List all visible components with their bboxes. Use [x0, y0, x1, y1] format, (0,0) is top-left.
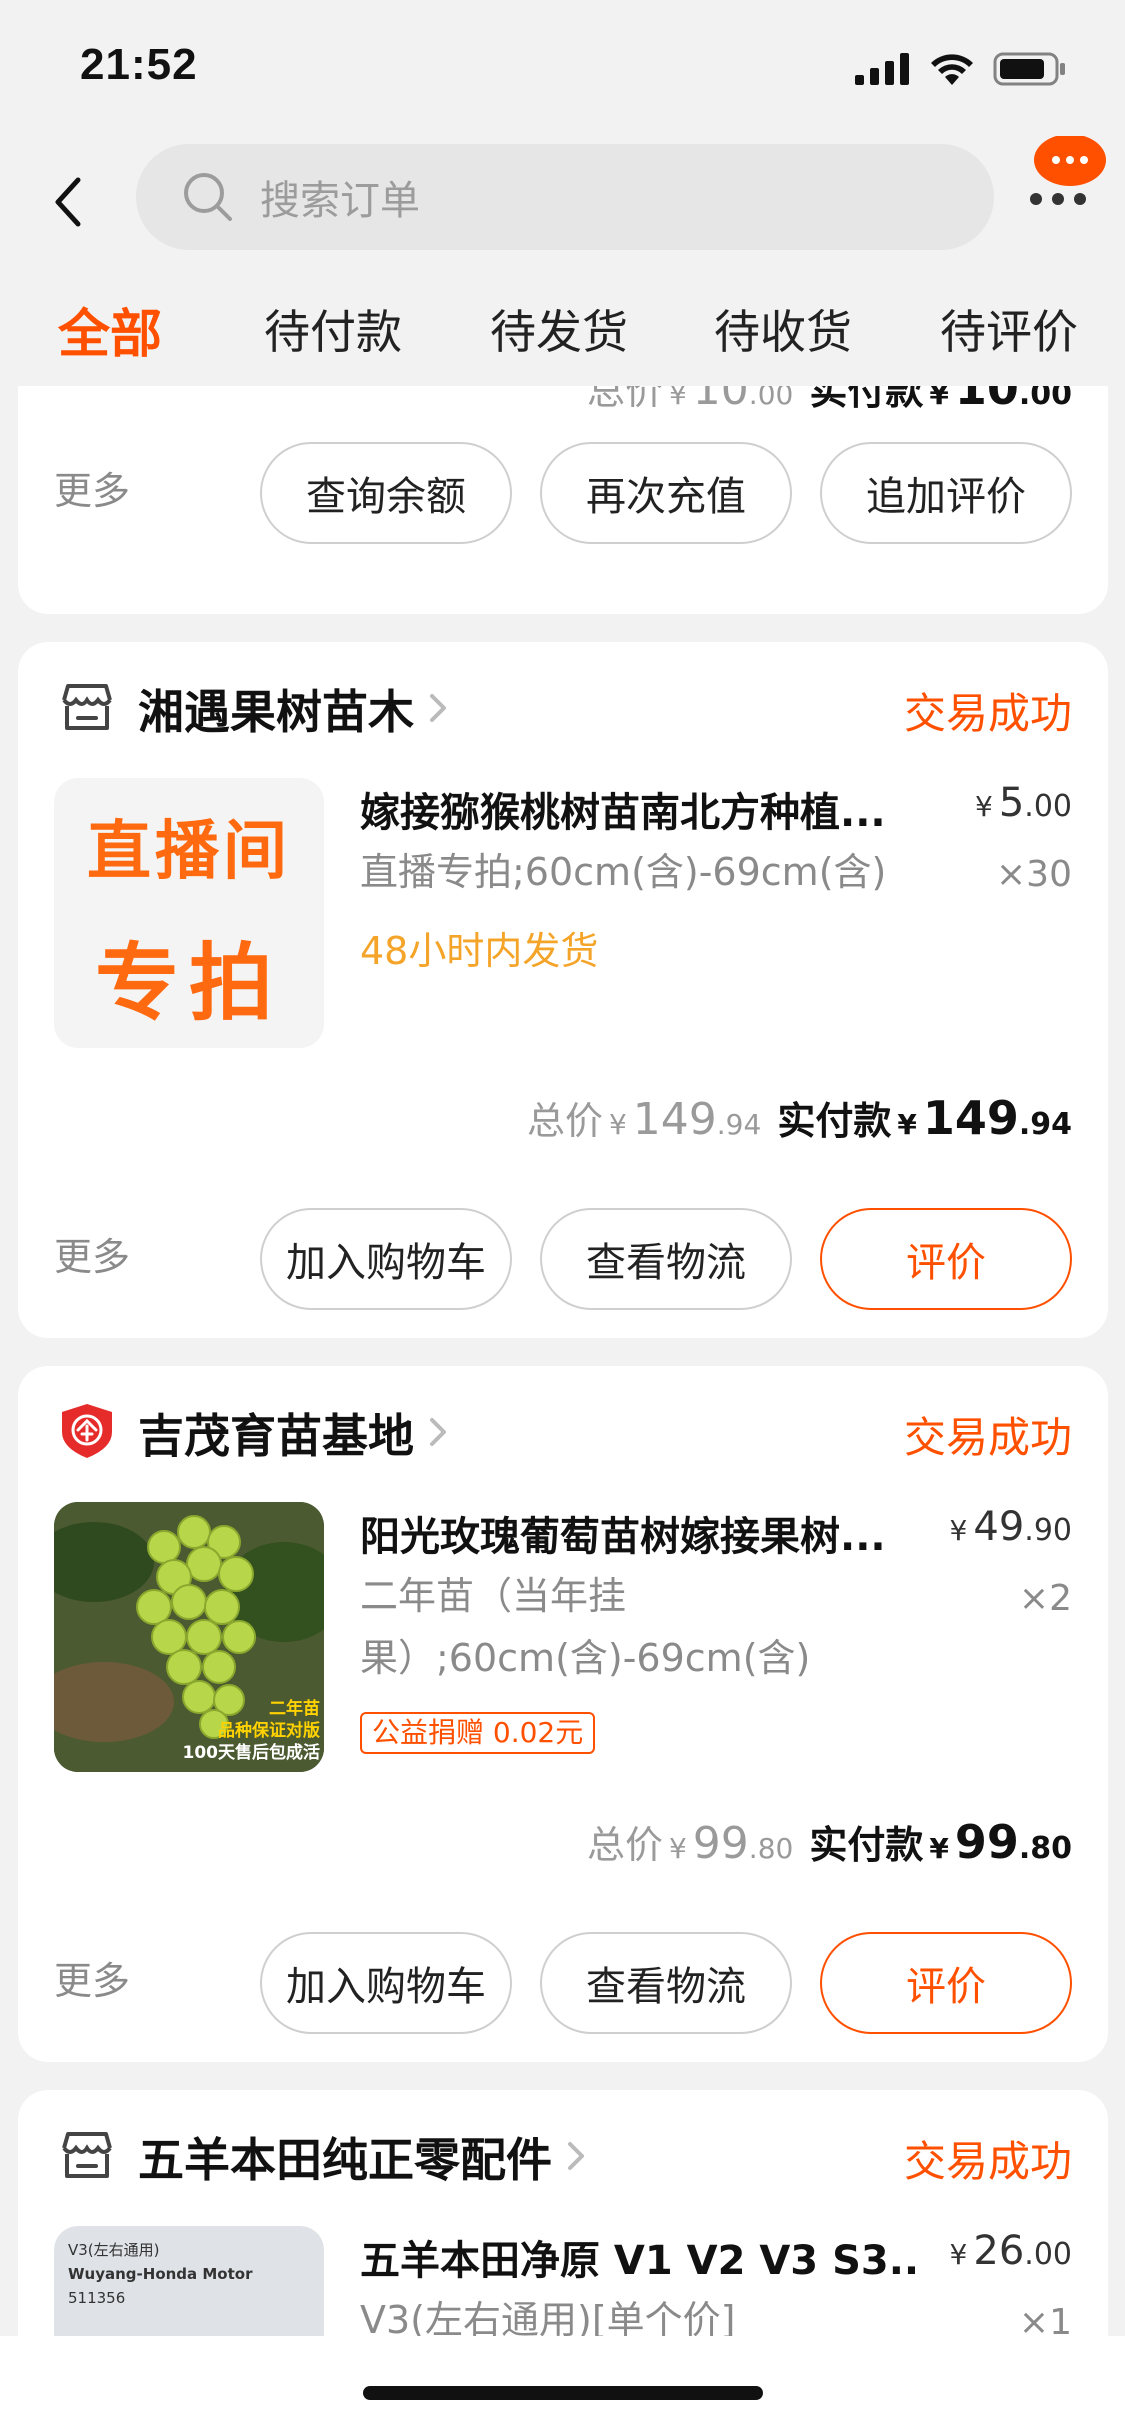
signal-icon — [855, 53, 909, 85]
product-title[interactable]: 五羊本田净原 V1 V2 V3 S3... — [360, 2228, 920, 2286]
wifi-icon — [931, 54, 973, 85]
order-status: 交易成功 — [903, 689, 1072, 738]
more-menu-button[interactable] — [1026, 134, 1110, 220]
unit-price: ¥49.90 — [949, 1504, 1072, 1550]
order-tabs: 全部 待付款 待发货 待收货 待评价 — [0, 266, 1125, 386]
thumbnail-text: 直播间 — [87, 815, 291, 889]
order-card: 总价 ¥ 10 .00 实付款 ¥ 10 .00 更多 查询余额 再次充值 追加… — [18, 386, 1108, 614]
tab-pending-shipment[interactable]: 待发货 — [490, 296, 628, 362]
shop-name[interactable]: 五羊本田纯正零配件 — [138, 2124, 552, 2190]
search-placeholder: 搜索订单 — [260, 178, 420, 224]
order-totals: 总价 ¥ 99 .80 实付款 ¥ 99 .80 — [586, 1815, 1072, 1869]
product-thumbnail[interactable]: 二年苗 品种保证对版 100天售后包成活 — [54, 1502, 324, 1772]
unit-price: ¥5.00 — [975, 780, 1072, 826]
order-card: 吉茂育苗基地 交易成功 二年苗 品种保证对版 100天售后包成活 阳光玫瑰葡萄苗… — [18, 1366, 1108, 2062]
chevron-right-icon — [568, 2142, 584, 2170]
recharge-again-button[interactable]: 再次充值 — [540, 442, 792, 544]
view-logistics-button[interactable]: 查看物流 — [540, 1208, 792, 1310]
shop-name[interactable]: 湘遇果树苗木 — [138, 676, 414, 742]
tab-pending-receipt[interactable]: 待收货 — [714, 296, 852, 362]
top-bar: 搜索订单 — [0, 134, 1125, 266]
chevron-right-icon — [430, 694, 446, 722]
battery-icon — [993, 52, 1065, 86]
status-time: 21:52 — [80, 40, 198, 89]
enterprise-badge-icon — [62, 1404, 112, 1458]
product-spec: 二年苗（当年挂 — [360, 1574, 627, 1618]
product-thumbnail[interactable]: 直播间 专拍 — [54, 778, 324, 1048]
back-arrow-icon — [55, 177, 81, 227]
back-button[interactable] — [50, 176, 100, 236]
search-input[interactable]: 搜索订单 — [136, 144, 994, 250]
add-to-cart-button[interactable]: 加入购物车 — [260, 1932, 512, 2034]
quantity: ×30 — [996, 854, 1072, 895]
status-bar: 21:52 — [0, 0, 1125, 136]
product-thumbnail[interactable]: V3(左右通用) Wuyang-Honda Motor 511356 — [54, 2226, 324, 2336]
add-review-button[interactable]: 追加评价 — [820, 442, 1072, 544]
thumbnail-caption: V3(左右通用) Wuyang-Honda Motor 511356 — [68, 2241, 253, 2307]
home-bar — [0, 2336, 1125, 2436]
order-list[interactable]: 总价 ¥ 10 .00 实付款 ¥ 10 .00 更多 查询余额 再次充值 追加… — [0, 386, 1125, 2336]
order-card: 五羊本田纯正零配件 交易成功 V3(左右通用) Wuyang-Honda Mot… — [18, 2090, 1108, 2336]
product-spec: 直播专拍;60cm(含)-69cm(含) — [360, 850, 887, 894]
review-button[interactable]: 评价 — [820, 1208, 1072, 1310]
search-icon — [184, 173, 232, 221]
charity-badge: 公益捐赠 0.02元 — [360, 1712, 596, 1754]
thumbnail-caption: 二年苗 品种保证对版 100天售后包成活 — [182, 1699, 321, 1763]
thumbnail-text: 专拍 — [94, 934, 283, 1032]
product-spec: V3(左右通用)[单个价] — [360, 2298, 736, 2336]
view-logistics-button[interactable]: 查看物流 — [540, 1932, 792, 2034]
tab-pending-review[interactable]: 待评价 — [940, 296, 1078, 362]
chevron-right-icon — [430, 1418, 446, 1446]
home-indicator[interactable] — [363, 2386, 763, 2400]
tab-pending-payment[interactable]: 待付款 — [264, 296, 402, 362]
order-card: 湘遇果树苗木 交易成功 直播间 专拍 嫁接猕猴桃树苗南北方种植... ¥5.00… — [18, 642, 1108, 1338]
more-link[interactable]: 更多 — [54, 1950, 130, 2005]
shipping-tip: 48小时内发货 — [360, 929, 599, 973]
quantity: ×1 — [1018, 2302, 1072, 2336]
more-link[interactable]: 更多 — [54, 1226, 130, 1281]
order-status: 交易成功 — [903, 1413, 1072, 1462]
more-link[interactable]: 更多 — [54, 460, 130, 515]
more-dots-icon — [1030, 134, 1106, 205]
store-icon — [62, 684, 112, 730]
store-icon — [62, 2132, 112, 2178]
quantity: ×2 — [1018, 1578, 1072, 1619]
order-status: 交易成功 — [903, 2137, 1072, 2186]
check-balance-button[interactable]: 查询余额 — [260, 442, 512, 544]
review-button[interactable]: 评价 — [820, 1932, 1072, 2034]
product-spec: 果）;60cm(含)-69cm(含) — [360, 1636, 811, 1680]
status-icons — [855, 52, 1067, 86]
order-totals: 总价 ¥ 10 .00 实付款 ¥ 10 .00 — [586, 386, 1072, 415]
product-title[interactable]: 阳光玫瑰葡萄苗树嫁接果树... — [360, 1504, 920, 1562]
add-to-cart-button[interactable]: 加入购物车 — [260, 1208, 512, 1310]
shop-name[interactable]: 吉茂育苗基地 — [138, 1400, 414, 1466]
unit-price: ¥26.00 — [949, 2228, 1072, 2274]
tab-all[interactable]: 全部 — [58, 292, 162, 367]
order-totals: 总价 ¥ 149 .94 实付款 ¥ 149 .94 — [526, 1091, 1072, 1145]
product-title[interactable]: 嫁接猕猴桃树苗南北方种植... — [360, 780, 920, 838]
